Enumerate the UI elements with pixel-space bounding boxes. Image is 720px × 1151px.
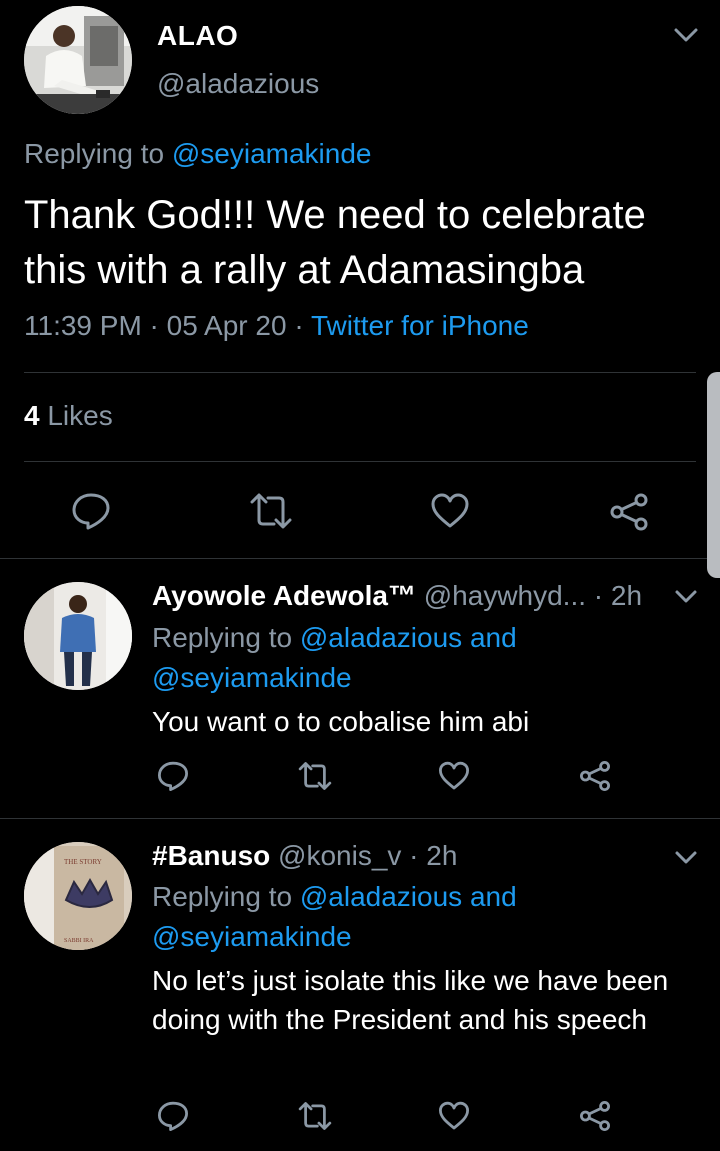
tweet-text: Thank God!!! We need to celebrate this w… [24, 188, 704, 298]
chevron-down-icon[interactable] [674, 849, 698, 867]
share-icon[interactable] [579, 760, 611, 792]
reply-icon[interactable] [157, 1100, 189, 1132]
divider [24, 461, 696, 462]
replying-to-label: Replying to [152, 622, 300, 653]
reply-author-handle[interactable]: @konis_v [270, 840, 401, 871]
divider [0, 558, 720, 559]
retweet-icon[interactable] [297, 1100, 333, 1132]
reply-header: Ayowole Adewola™ @haywhyd... · 2h [152, 580, 642, 612]
reply-author-name[interactable]: #Banuso [152, 840, 270, 871]
reply-actions [0, 760, 720, 800]
chevron-down-icon[interactable] [672, 24, 700, 46]
replying-to-label: Replying to [24, 138, 172, 169]
reply-text: No let’s just isolate this like we have … [152, 965, 669, 1035]
like-icon[interactable] [438, 760, 470, 792]
chevron-down-icon[interactable] [674, 588, 698, 606]
tweet-meta: 11:39 PM · 05 Apr 20 · Twitter for iPhon… [24, 310, 529, 342]
author-avatar[interactable] [24, 6, 132, 114]
reply-icon[interactable] [157, 760, 189, 792]
reply-avatar[interactable]: THE STORY SABBI IRA [24, 842, 132, 950]
like-icon[interactable] [430, 492, 470, 530]
reply-author-name[interactable]: Ayowole Adewola™ [152, 580, 416, 611]
likes-label: Likes [39, 400, 113, 431]
tweet-time: 11:39 PM [24, 310, 142, 341]
meta-separator: · [141, 310, 167, 341]
mention-link[interactable]: @aladazious [300, 622, 462, 653]
author-name[interactable]: ALAO [157, 20, 238, 52]
book-cover-author: SABBI IRA [64, 938, 94, 944]
author-handle[interactable]: @aladazious [157, 68, 319, 100]
replying-to-and: and [462, 881, 517, 912]
mention-link[interactable]: @aladazious [300, 881, 462, 912]
replying-to-line: Replying to @aladazious and @seyiamakinde [152, 618, 672, 698]
replying-to-line: Replying to @seyiamakinde [24, 138, 372, 170]
replying-to-label: Replying to [152, 881, 300, 912]
reply-time: · 2h [401, 840, 458, 871]
tweet-text-line: Thank God!!! We need to celebrate [24, 193, 646, 237]
reply-author-handle[interactable]: @haywhyd... [416, 580, 586, 611]
retweet-icon[interactable] [297, 760, 333, 792]
likes-number: 4 [24, 400, 40, 431]
replying-to-and: and [462, 622, 517, 653]
divider [24, 372, 696, 373]
tweet-source-link[interactable]: Twitter for iPhone [311, 310, 529, 341]
share-icon[interactable] [609, 492, 649, 532]
like-icon[interactable] [438, 1100, 470, 1132]
reply-text: You want o to cobalise him abi [152, 706, 530, 737]
likes-count[interactable]: 4 Likes [24, 400, 113, 432]
retweet-icon[interactable] [248, 492, 294, 530]
book-cover-title: THE STORY [64, 858, 102, 866]
reply-avatar[interactable] [24, 582, 132, 690]
reply-header: #Banuso @konis_v · 2h [152, 840, 457, 872]
main-tweet-actions [0, 492, 720, 532]
reply-time: · 2h [586, 580, 643, 611]
mention-link[interactable]: @seyiamakinde [172, 138, 372, 169]
divider [0, 818, 720, 819]
mention-link[interactable]: @seyiamakinde [152, 921, 352, 952]
share-icon[interactable] [579, 1100, 611, 1132]
replying-to-line: Replying to @aladazious and @seyiamakinde [152, 877, 672, 957]
meta-separator: · [286, 310, 311, 341]
tweet-text-line: this with a rally at Adamasingba [24, 248, 585, 292]
tweet-thread-screen: ALAO @aladazious Replying to @seyiamakin… [0, 0, 720, 1151]
scrollbar[interactable] [707, 372, 720, 578]
tweet-date: 05 Apr 20 [166, 310, 287, 341]
mention-link[interactable]: @seyiamakinde [152, 662, 352, 693]
reply-icon[interactable] [71, 492, 111, 530]
reply-actions [0, 1100, 720, 1140]
